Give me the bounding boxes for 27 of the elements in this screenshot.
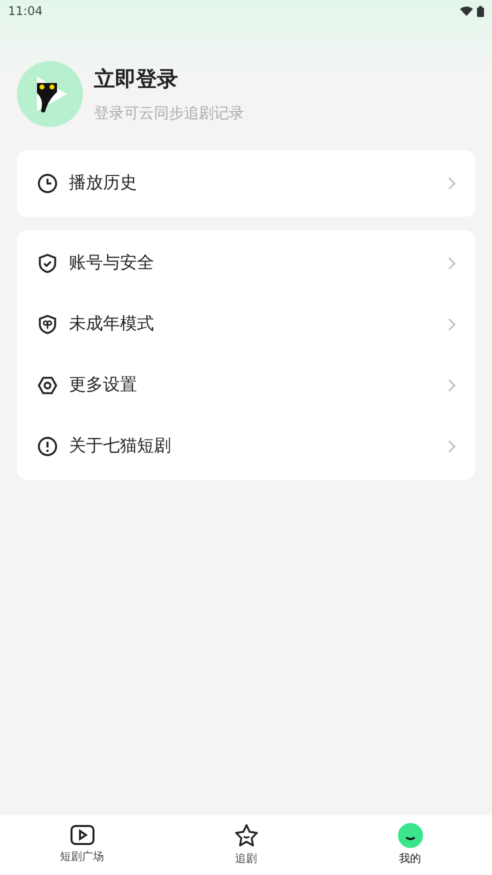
nav-tab[interactable]: 我的: [328, 815, 492, 875]
chevron-right-icon: [448, 379, 456, 392]
menu-item[interactable]: 更多设置: [17, 355, 475, 416]
exclamation-icon: [36, 435, 59, 458]
wifi-icon: [460, 6, 473, 16]
chevron-right-icon: [448, 257, 456, 270]
cat-logo-avatar[interactable]: [17, 61, 83, 127]
battery-icon: [477, 6, 484, 16]
chevron-right-icon: [448, 177, 456, 190]
star-icon: [234, 822, 258, 848]
clock-icon: [36, 172, 59, 195]
status-time: 11:04: [8, 3, 43, 20]
nav-tab[interactable]: 追剧: [164, 815, 328, 875]
menu-item[interactable]: 未成年模式: [17, 294, 475, 355]
menu-item[interactable]: 关于七猫短剧: [17, 416, 475, 477]
menu-item[interactable]: 账号与安全: [17, 233, 475, 294]
smile-circle-icon: [398, 822, 422, 848]
hexagon-icon: [36, 374, 59, 397]
play-icon: [70, 824, 94, 846]
login-subtitle: 登录可云同步追剧记录: [94, 102, 244, 124]
nav-tab[interactable]: 短剧广场: [0, 815, 164, 875]
login-title[interactable]: 立即登录: [94, 64, 244, 96]
chevron-right-icon: [448, 318, 456, 331]
menu-item[interactable]: 播放历史: [17, 153, 475, 214]
shield-check-icon: [36, 252, 59, 275]
shield-icon: [36, 313, 59, 336]
chevron-right-icon: [448, 440, 456, 453]
